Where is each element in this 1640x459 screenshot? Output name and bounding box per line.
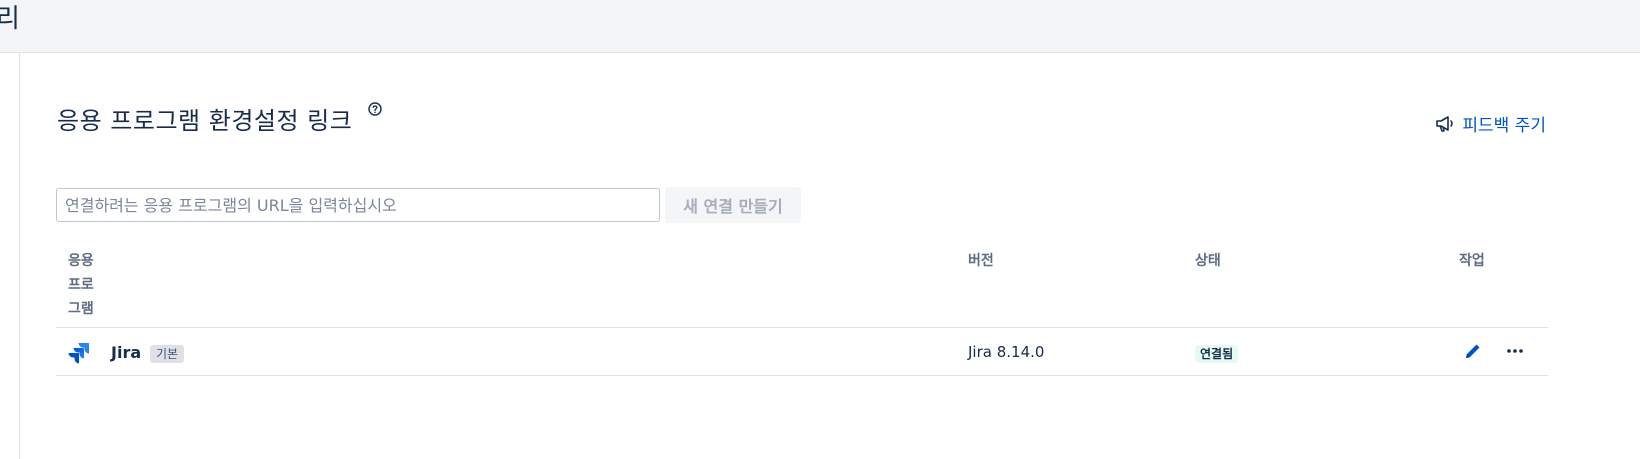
sidebar-divider: [19, 52, 20, 459]
column-header-version: 버전: [968, 253, 994, 269]
header-title: 리: [0, 4, 20, 34]
column-header-actions: 작업: [1459, 253, 1485, 269]
jira-logo-icon: [68, 343, 89, 364]
status-badge: 연결됨: [1195, 345, 1239, 363]
megaphone-icon: [1436, 115, 1454, 132]
table-row-divider: [56, 375, 1548, 376]
column-header-status: 상태: [1195, 253, 1221, 269]
page-title: 응용 프로그램 환경설정 링크: [57, 107, 353, 135]
version-cell: Jira 8.14.0: [968, 343, 1045, 361]
application-url-input[interactable]: [56, 188, 660, 222]
table-header-divider: [56, 327, 1548, 328]
pencil-icon[interactable]: [1464, 342, 1482, 360]
feedback-link[interactable]: 피드백 주기: [1434, 111, 1546, 136]
application-name[interactable]: Jira: [111, 343, 141, 362]
create-new-link-button[interactable]: 새 연결 만들기: [665, 187, 801, 223]
question-circle-icon[interactable]: [368, 102, 382, 116]
more-horizontal-icon[interactable]: [1505, 346, 1525, 356]
top-bar: 리: [0, 0, 1640, 53]
column-header-application: 응용 프로 그램: [68, 253, 94, 317]
feedback-label: 피드백 주기: [1462, 116, 1546, 136]
primary-badge: 기본: [150, 345, 185, 363]
